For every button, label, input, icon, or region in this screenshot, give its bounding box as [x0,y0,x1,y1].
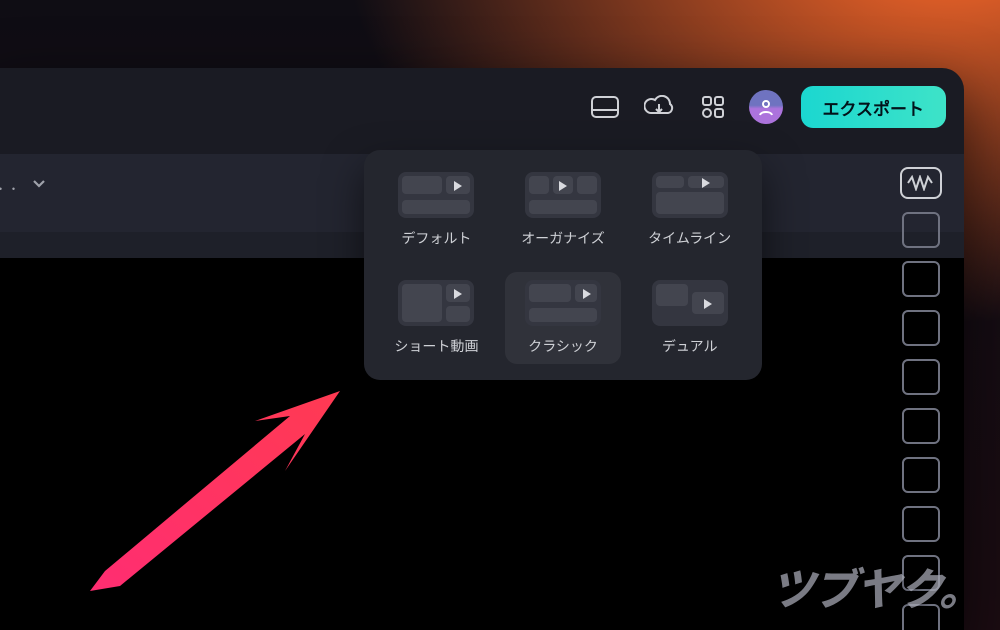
waveform-icon[interactable] [900,167,942,199]
layout-popover: デフォルト オーガナイズ [364,150,762,380]
chevron-down-icon [30,174,48,192]
breadcrumb[interactable]: . . [0,170,48,196]
annotation-arrow [80,386,360,596]
layout-option-dual[interactable]: デュアル [631,272,748,364]
breadcrumb-ellipsis: . . [0,170,18,196]
layout-option-timeline[interactable]: タイムライン [631,164,748,256]
layout-option-classic[interactable]: クラシック [505,272,622,364]
grid-apps-icon[interactable] [695,89,731,125]
thumb-slot[interactable] [902,212,940,248]
thumb-slot[interactable] [902,359,940,395]
layout-option-organize[interactable]: オーガナイズ [505,164,622,256]
user-avatar-icon[interactable] [749,90,783,124]
thumb-slot[interactable] [902,506,940,542]
thumb-slot[interactable] [902,310,940,346]
thumb-slot[interactable] [902,457,940,493]
window-header-right: エクスポート [587,86,947,128]
export-button-label: エクスポート [823,95,925,120]
layout-option-default[interactable]: デフォルト [378,164,495,256]
desktop-background: エクスポート . . [0,0,1000,630]
export-button[interactable]: エクスポート [801,86,947,128]
layout-option-label: デフォルト [401,228,471,248]
layout-option-label: クラシック [528,336,598,356]
app-window: エクスポート . . [0,68,964,630]
thumb-slot[interactable] [902,261,940,297]
watermark: ツブヤク。 [771,554,982,618]
layout-option-label: ショート動画 [394,336,478,356]
thumb-slot[interactable] [902,408,940,444]
cloud-download-icon[interactable] [641,89,677,125]
layout-option-label: タイムライン [648,228,731,248]
layout-option-shorts[interactable]: ショート動画 [378,272,495,364]
layout-toggle-icon[interactable] [587,89,623,125]
layout-option-label: オーガナイズ [521,228,605,248]
layout-option-label: デュアル [662,336,718,356]
